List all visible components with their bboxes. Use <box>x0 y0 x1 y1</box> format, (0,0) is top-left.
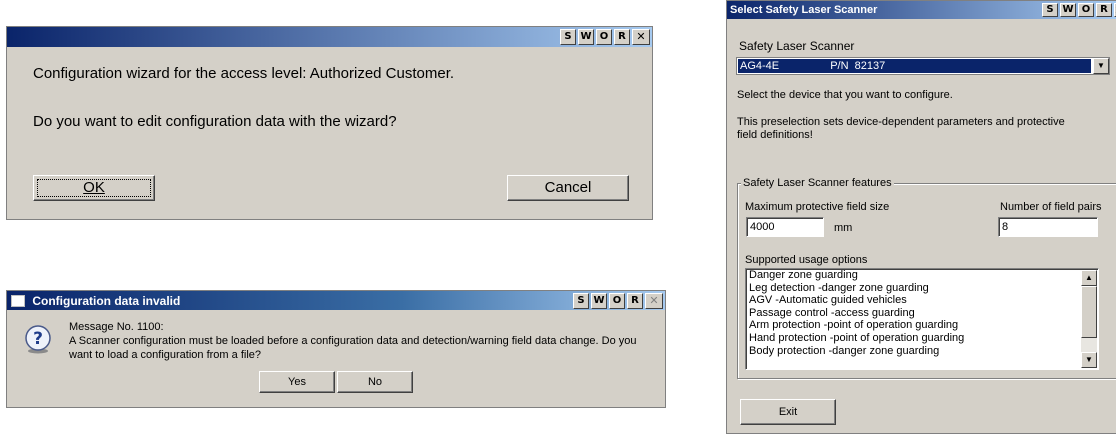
usage-option[interactable]: Passage control -access guarding <box>746 307 1098 320</box>
scroll-down-icon[interactable]: ▼ <box>1081 352 1097 368</box>
title-button-r[interactable]: R <box>614 29 630 45</box>
selected-device: AG4-4E <box>740 60 780 72</box>
ok-button[interactable]: OK <box>33 175 155 201</box>
max-field-input[interactable]: 4000 <box>746 217 824 237</box>
window-icon <box>11 294 25 307</box>
features-label: Safety Laser Scanner features <box>741 177 894 189</box>
close-icon[interactable]: ✕ <box>645 293 663 309</box>
svg-text:?: ? <box>33 329 43 349</box>
usage-option[interactable]: Leg detection -danger zone guarding <box>746 282 1098 295</box>
max-field-unit: mm <box>834 222 853 234</box>
title-button-s[interactable]: S <box>1042 3 1058 17</box>
invalid-dialog: Configuration data invalid S W O R ✕ ? M… <box>6 290 666 408</box>
exit-button[interactable]: Exit <box>740 399 836 425</box>
title-button-s[interactable]: S <box>560 29 576 45</box>
instruction-text: Select the device that you want to confi… <box>737 89 953 101</box>
no-button[interactable]: No <box>337 371 413 393</box>
invalid-titlebar: Configuration data invalid S W O R ✕ <box>7 291 665 310</box>
title-button-r[interactable]: R <box>1096 3 1112 17</box>
scanner-dialog: Select Safety Laser Scanner S W O R x Sa… <box>726 0 1116 434</box>
usage-option[interactable]: AGV -Automatic guided vehicles <box>746 294 1098 307</box>
cancel-label: Cancel <box>544 179 592 196</box>
scanner-titlebar: Select Safety Laser Scanner S W O R x <box>727 1 1116 19</box>
field-pairs-label: Number of field pairs <box>1000 201 1102 213</box>
invalid-title: Configuration data invalid <box>32 294 181 308</box>
yes-label: Yes <box>288 376 306 388</box>
scroll-thumb[interactable] <box>1081 286 1097 338</box>
ok-label: OK <box>83 179 105 196</box>
list-scrollbar[interactable]: ▲ ▼ <box>1081 270 1097 368</box>
wizard-message-1: Configuration wizard for the access leve… <box>33 65 455 82</box>
usage-option[interactable]: Hand protection -point of operation guar… <box>746 332 1098 345</box>
usage-options-list[interactable]: Danger zone guarding Leg detection -dang… <box>745 268 1099 370</box>
field-pairs-input[interactable]: 8 <box>998 217 1098 237</box>
selected-pn: P/N 82137 <box>830 60 886 72</box>
wizard-message-2: Do you want to edit configuration data w… <box>33 113 397 130</box>
chevron-down-icon[interactable]: ▼ <box>1093 58 1109 74</box>
cancel-button[interactable]: Cancel <box>507 175 629 201</box>
scanner-title: Select Safety Laser Scanner <box>730 4 878 16</box>
title-button-o[interactable]: O <box>1078 3 1094 17</box>
wizard-dialog: S W O R ✕ Configuration wizard for the a… <box>6 26 653 220</box>
title-button-w[interactable]: W <box>578 29 594 45</box>
scanner-select-value: AG4-4E P/N 82137 <box>738 59 1091 73</box>
note-line-2: field definitions! <box>737 129 813 141</box>
close-icon[interactable]: ✕ <box>632 29 650 45</box>
message-line-2: want to load a configuration from a file… <box>69 349 262 361</box>
scroll-up-icon[interactable]: ▲ <box>1081 270 1097 286</box>
title-button-w[interactable]: W <box>591 293 607 309</box>
note-line-1: This preselection sets device-dependent … <box>737 116 1065 128</box>
exit-label: Exit <box>778 406 798 418</box>
wizard-titlebar: S W O R ✕ <box>7 27 652 47</box>
title-button-o[interactable]: O <box>596 29 612 45</box>
usage-option[interactable]: Arm protection -point of operation guard… <box>746 319 1098 332</box>
title-button-r[interactable]: R <box>627 293 643 309</box>
usage-label: Supported usage options <box>745 254 868 266</box>
title-button-o[interactable]: O <box>609 293 625 309</box>
max-field-label: Maximum protective field size <box>745 201 890 213</box>
title-button-s[interactable]: S <box>573 293 589 309</box>
usage-option[interactable]: Body protection -danger zone guarding <box>746 345 1098 358</box>
title-button-w[interactable]: W <box>1060 3 1076 17</box>
message-number: Message No. 1100: <box>69 321 164 333</box>
scanner-label: Safety Laser Scanner <box>739 39 855 53</box>
yes-button[interactable]: Yes <box>259 371 335 393</box>
scanner-select[interactable]: AG4-4E P/N 82137 ▼ <box>736 57 1110 75</box>
no-label: No <box>367 376 383 388</box>
question-icon: ? <box>23 324 53 354</box>
message-line-1: A Scanner configuration must be loaded b… <box>69 335 637 347</box>
usage-option[interactable]: Danger zone guarding <box>746 269 1098 282</box>
